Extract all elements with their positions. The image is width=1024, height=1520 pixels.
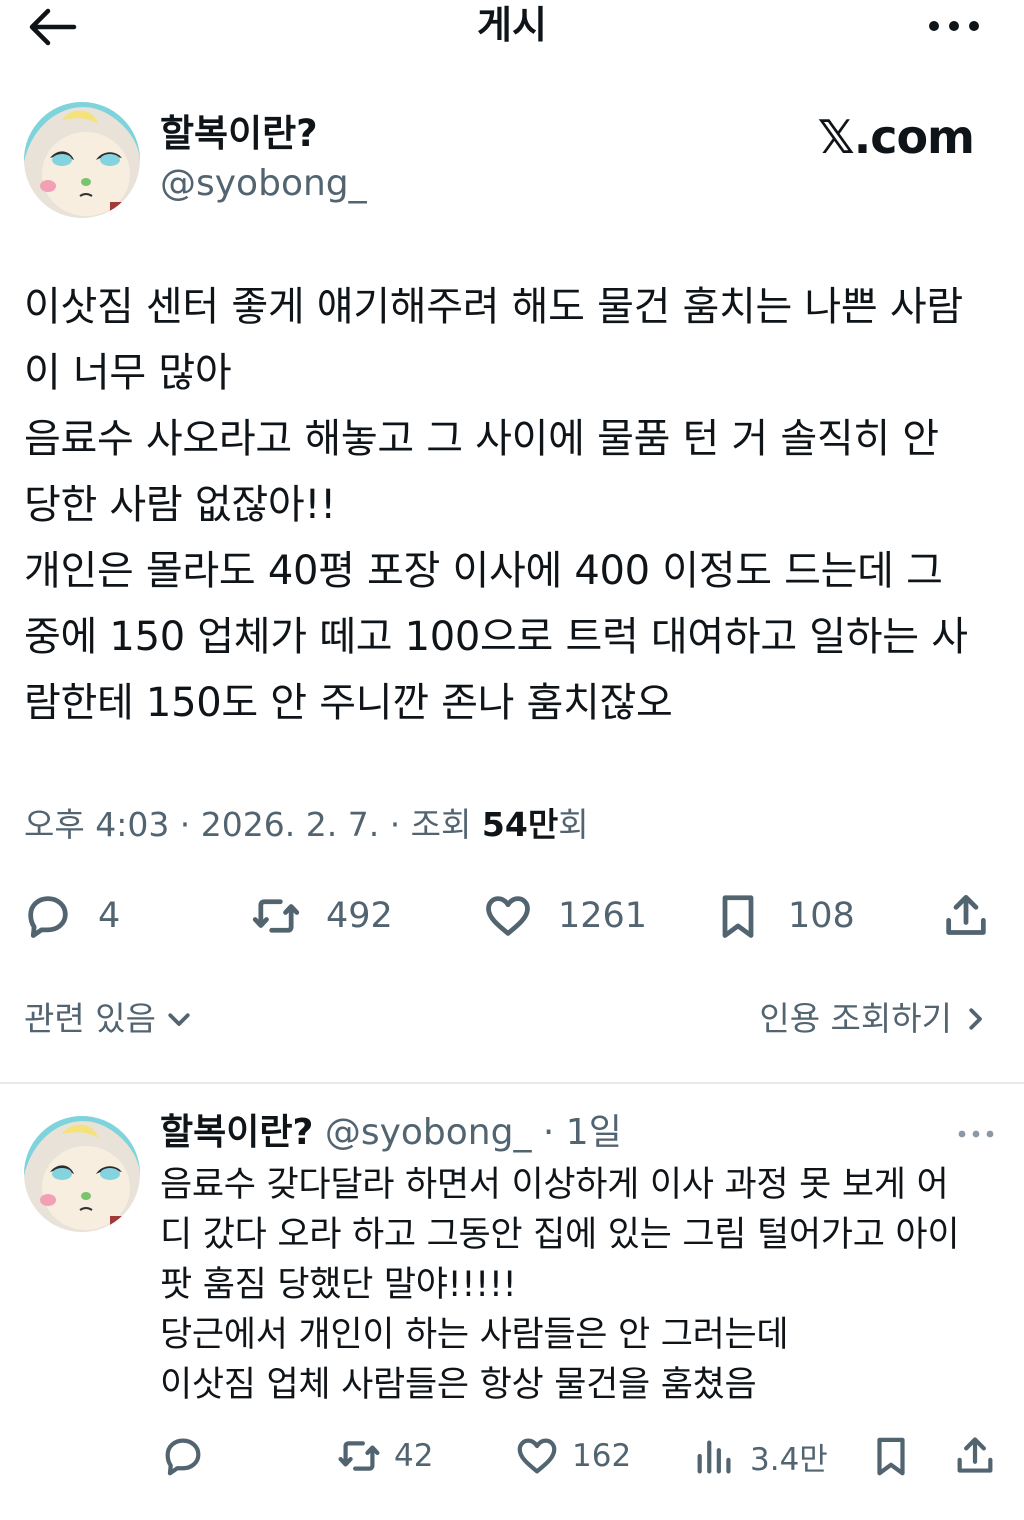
author-name[interactable]: 할복이란? [160,112,318,156]
related-toggle[interactable]: 관련 있음 [24,996,194,1042]
reply-repost-count: 42 [394,1438,434,1474]
heart-icon [486,896,530,936]
post-timestamp: 오후 4:03 · 2026. 2. 7. · 조회 [24,805,482,844]
repost-count: 492 [326,896,393,936]
share-icon [946,894,986,935]
reply-more-button[interactable] [956,1124,996,1144]
related-label: 관련 있음 [24,999,156,1038]
top-bar: 게시 [0,0,1024,60]
post-action-bar: 4 492 1261 108 [0,886,1024,946]
x-watermark-logo: 𝕏.com [817,110,975,164]
reply-icon [28,896,68,938]
bookmark-icon [722,895,754,938]
view-count: 54만 [481,805,559,844]
reply-views-button[interactable]: 3.4만 [692,1428,828,1484]
reply-bookmark-button[interactable] [868,1428,914,1484]
reply-share-button[interactable] [952,1428,998,1484]
chevron-right-icon [960,1004,990,1034]
divider [0,1082,1024,1084]
view-quotes-link[interactable]: 인용 조회하기 [759,996,990,1042]
reply-header: 할복이란? @syobong_ · 1일 [160,1110,622,1156]
reply-text: 음료수 갖다달라 하면서 이상하게 이사 과정 못 보게 어 디 갔다 오라 하… [160,1165,960,1405]
post-text: 이삿짐 센터 좋게 얘기해주려 해도 물건 훔치는 나쁜 사람 이 너무 많아 … [24,284,968,726]
heart-icon [517,1438,557,1474]
analytics-icon [697,1440,731,1474]
reply-repost-button[interactable]: 42 [336,1428,433,1484]
reply-count: 4 [98,896,121,936]
view-suffix: 회 [558,805,589,844]
reply-action-bar: 42 162 3.4만 [0,1428,1024,1484]
author-avatar[interactable] [24,102,140,218]
chevron-down-icon [164,1004,194,1034]
reply-button[interactable]: 4 [22,886,120,946]
repost-icon [338,1441,380,1471]
reply-author-name[interactable]: 할복이란? [160,1112,313,1153]
bookmark-button[interactable]: 108 [712,886,855,946]
like-button[interactable]: 1261 [482,886,647,946]
bookmark-icon [877,1437,905,1476]
quotes-label: 인용 조회하기 [759,999,952,1038]
more-horizontal-icon [958,1130,994,1138]
more-horizontal-icon [929,21,979,31]
reply-timestamp: · 1일 [531,1112,622,1153]
repost-icon [252,899,300,933]
like-count: 1261 [558,896,648,936]
repost-button[interactable]: 492 [250,886,393,946]
page-title: 게시 [477,3,547,47]
reply-view-count: 3.4만 [750,1441,828,1478]
reply-author-handle[interactable]: @syobong_ [325,1112,532,1153]
post-meta: 오후 4:03 · 2026. 2. 7. · 조회 54만회 [24,802,589,848]
reply-icon [165,1438,201,1476]
reply-reply-button[interactable] [160,1428,206,1484]
reply-author-avatar[interactable] [24,1116,140,1232]
author-handle[interactable]: @syobong_ [160,162,367,206]
reply-like-button[interactable]: 162 [514,1428,631,1484]
more-options-button[interactable] [928,16,980,36]
bookmark-count: 108 [788,896,855,936]
reply-like-count: 162 [572,1438,632,1474]
share-button[interactable] [940,886,992,946]
share-icon [957,1437,993,1473]
